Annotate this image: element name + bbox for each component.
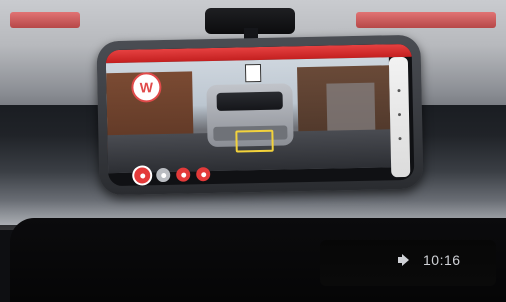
- car-display-status: 10:16: [398, 252, 461, 268]
- smartphone: W: [96, 34, 424, 196]
- red-car-roof-right: [356, 12, 496, 28]
- side-dot-2: [397, 113, 402, 117]
- red-car-roof-left: [10, 12, 80, 28]
- record-button[interactable]: [134, 167, 151, 184]
- app-logo-letter: W: [139, 79, 154, 96]
- street-sign: [244, 63, 262, 83]
- dashcam-feed: W: [105, 57, 392, 174]
- bottom-controls: [134, 166, 211, 184]
- car-interior-photo: 10:16 W: [0, 0, 506, 302]
- side-dot-1: [397, 89, 401, 93]
- right-side-panel: [388, 56, 411, 178]
- phone-screen: W: [105, 43, 415, 187]
- volume-icon: [398, 254, 414, 266]
- camera-button[interactable]: [196, 167, 211, 182]
- gray-button[interactable]: [156, 167, 171, 183]
- speed-button[interactable]: [176, 167, 191, 182]
- car-rear-window: [216, 91, 283, 111]
- clock: 10:16: [423, 252, 461, 268]
- detection-box: [235, 129, 274, 153]
- side-dot-3: [398, 137, 402, 141]
